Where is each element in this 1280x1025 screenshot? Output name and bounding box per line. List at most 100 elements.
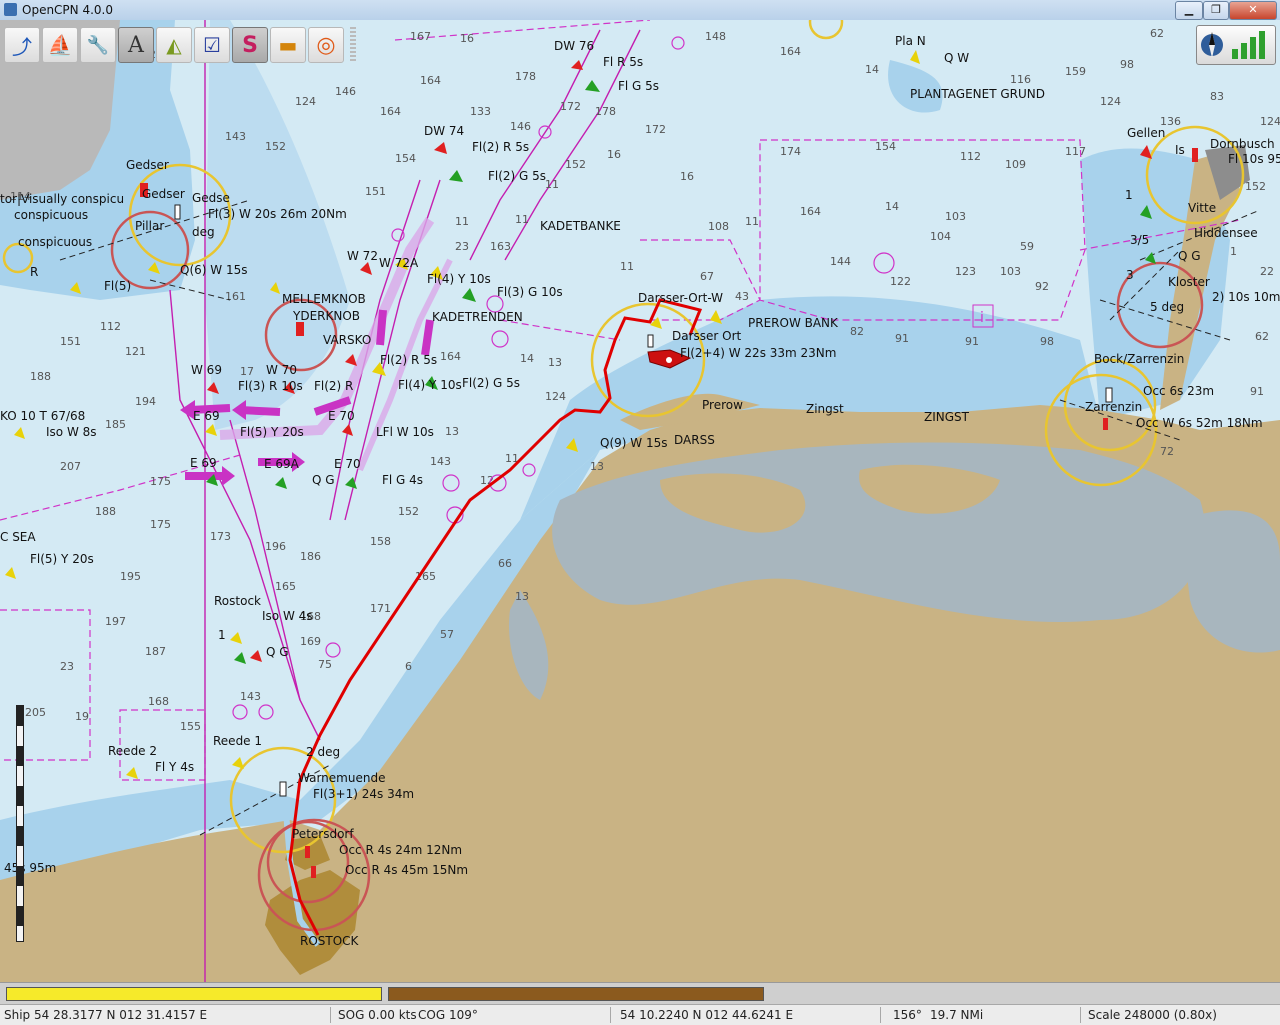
- svg-text:103: 103: [1000, 265, 1021, 278]
- route-icon: ⤴: [12, 34, 32, 59]
- svg-text:82: 82: [850, 325, 864, 338]
- svg-text:152: 152: [1245, 180, 1266, 193]
- label-zarrenzin: Zarrenzin: [1085, 400, 1142, 414]
- svg-text:62: 62: [1150, 27, 1164, 40]
- info-icon: i: [980, 310, 984, 326]
- track-icon: S: [242, 32, 258, 58]
- label-w72a: W 72A: [379, 256, 419, 270]
- svg-text:57: 57: [440, 628, 454, 641]
- svg-text:133: 133: [470, 105, 491, 118]
- label-5deg: 5 deg: [1150, 300, 1184, 314]
- svg-text:173: 173: [210, 530, 231, 543]
- svg-text:112: 112: [100, 320, 121, 333]
- gps-signal-icon[interactable]: [1229, 29, 1273, 61]
- svg-text:159: 159: [1065, 65, 1086, 78]
- piano-key-chart-1[interactable]: [6, 987, 382, 1001]
- label-dornbusch: Dornbusch: [1210, 137, 1275, 151]
- label-occw6s: Occ W 6s 52m 18Nm: [1136, 416, 1263, 430]
- svg-text:178: 178: [515, 70, 536, 83]
- tool-checklist[interactable]: ☑: [194, 27, 230, 63]
- label-q9-w15s: Q(9) W 15s: [600, 436, 667, 450]
- svg-text:91: 91: [895, 332, 909, 345]
- opencpn-app-icon: [4, 3, 17, 16]
- tool-track[interactable]: S: [232, 27, 268, 63]
- label-qg-left: Q G: [266, 645, 289, 659]
- label-w69: W 69: [191, 363, 222, 377]
- label-rostock-buoy: Rostock: [214, 594, 261, 608]
- label-fl5-y20s-left: Fl(5) Y 20s: [30, 552, 94, 566]
- svg-text:164: 164: [440, 350, 461, 363]
- svg-text:23: 23: [60, 660, 74, 673]
- svg-text:75: 75: [318, 658, 332, 671]
- svg-text:188: 188: [95, 505, 116, 518]
- piano-key-chart-2[interactable]: [388, 987, 764, 1001]
- tool-ship[interactable]: ⛵: [42, 27, 78, 63]
- svg-text:13: 13: [515, 590, 529, 603]
- svg-text:143: 143: [430, 455, 451, 468]
- svg-text:11: 11: [455, 215, 469, 228]
- label-conspicuous: conspicuous: [14, 208, 88, 222]
- label-w72: W 72: [347, 249, 378, 263]
- svg-text:196: 196: [265, 540, 286, 553]
- toolbar-grip[interactable]: [350, 27, 356, 63]
- tool-compass[interactable]: ◭: [156, 27, 192, 63]
- tool-lifebuoy[interactable]: ◎: [308, 27, 344, 63]
- label-fl2-g5s: Fl(2) G 5s: [488, 169, 546, 183]
- label-reede2: Reede 2: [108, 744, 157, 758]
- chart-canvas[interactable]: 167 16178164124 146164 133146152 143172 178…: [0, 20, 1280, 982]
- tool-text[interactable]: A: [118, 27, 154, 63]
- svg-text:124: 124: [1100, 95, 1121, 108]
- svg-text:43: 43: [735, 290, 749, 303]
- close-button[interactable]: ✕: [1229, 1, 1277, 20]
- label-kadetbanke: KADETBANKE: [540, 219, 621, 233]
- svg-text:11: 11: [745, 215, 759, 228]
- label-fl2-10s: 2) 10s 10m: [1212, 290, 1280, 304]
- tool-route[interactable]: ⤴: [4, 27, 40, 63]
- wrench-icon: 🔧: [86, 34, 110, 56]
- svg-text:178: 178: [595, 105, 616, 118]
- maximize-button[interactable]: ❐: [1203, 1, 1229, 20]
- label-c-sea: C SEA: [0, 530, 36, 544]
- svg-text:16: 16: [680, 170, 694, 183]
- svg-text:144: 144: [830, 255, 851, 268]
- label-fl2-r5s-b: Fl(2) R 5s: [380, 353, 437, 367]
- north-compass-icon[interactable]: [1200, 29, 1224, 61]
- label-iso-w8s: Iso W 8s: [46, 425, 97, 439]
- svg-text:151: 151: [60, 335, 81, 348]
- label-vitte: Vitte: [1188, 201, 1216, 215]
- svg-text:104: 104: [930, 230, 951, 243]
- label-hiddensee: Hiddensee: [1194, 226, 1258, 240]
- label-fl-g-4s: Fl G 4s: [382, 473, 423, 487]
- svg-text:167: 167: [410, 30, 431, 43]
- svg-text:143: 143: [240, 690, 261, 703]
- label-e69-top: E 69: [193, 409, 220, 423]
- title-bar: OpenCPN 4.0.0 ▁ ❐ ✕: [0, 0, 1280, 21]
- svg-text:171: 171: [370, 602, 391, 615]
- status-separator: [330, 1007, 331, 1023]
- label-ydreknob: YDERKNOB: [292, 309, 360, 323]
- ship-icon: ⛵: [47, 33, 73, 57]
- svg-text:148: 148: [705, 30, 726, 43]
- svg-text:143: 143: [225, 130, 246, 143]
- checklist-icon: ☑: [203, 33, 221, 57]
- label-three-five: 3/5: [1130, 233, 1149, 247]
- svg-text:109: 109: [1005, 158, 1026, 171]
- status-separator: [880, 1007, 881, 1023]
- svg-text:98: 98: [1120, 58, 1134, 71]
- label-one-left: 1: [218, 628, 226, 642]
- compass-icon: ◭: [166, 33, 182, 57]
- tool-layers[interactable]: ▬: [270, 27, 306, 63]
- label-reede1: Reede 1: [213, 734, 262, 748]
- svg-text:195: 195: [120, 570, 141, 583]
- label-e69: E 69: [190, 456, 217, 470]
- label-zingst: ZINGST: [924, 410, 970, 424]
- svg-text:124: 124: [545, 390, 566, 403]
- minimize-button[interactable]: ▁: [1175, 1, 1203, 20]
- svg-text:17: 17: [240, 365, 254, 378]
- label-darsser-ort-w: Darsser-Ort-W: [638, 291, 723, 305]
- label-gedser: Gedser: [126, 158, 169, 172]
- label-gedser-2: Gedser: [142, 187, 185, 201]
- tool-settings[interactable]: 🔧: [80, 27, 116, 63]
- svg-text:146: 146: [510, 120, 531, 133]
- label-qw: Q W: [944, 51, 969, 65]
